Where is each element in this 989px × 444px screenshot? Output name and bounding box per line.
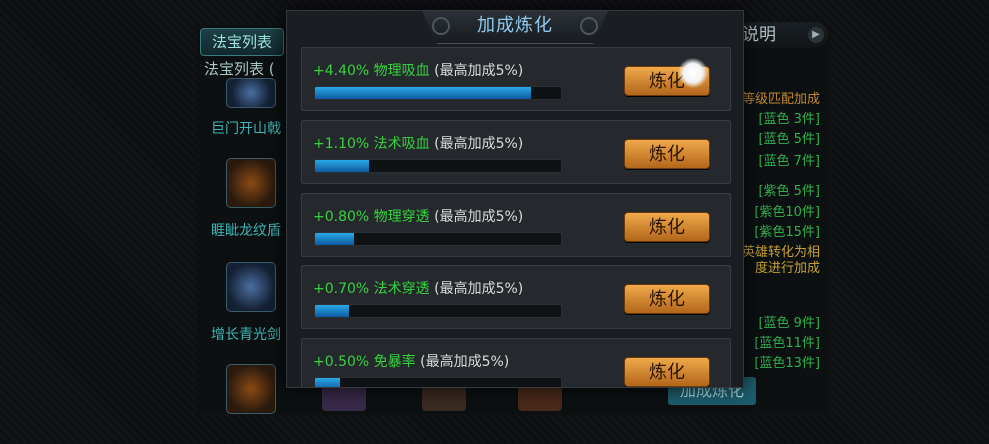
description-panel: 等级匹配加成 [蓝色 3件] [蓝色 5件] [蓝色 7件] [紫色 5件] [… [736, 82, 826, 371]
description-line: [蓝色 3件] [758, 112, 820, 127]
refine-row-label: +1.10% 法术吸血 (最高加成5%) [313, 133, 523, 153]
bonus-value: +0.70% [313, 281, 370, 297]
bonus-value: +4.40% [313, 63, 370, 79]
max-bonus-note: (最高加成5%) [434, 281, 524, 297]
progress-fill [315, 87, 532, 99]
description-line: [蓝色 5件] [758, 132, 820, 147]
max-bonus-note: (最高加成5%) [434, 136, 524, 152]
bonus-value: +0.80% [313, 209, 370, 225]
bonus-refine-dialog: 加成炼化 +4.40% 物理吸血 (最高加成5%) 炼化 +1.10% 法术吸血… [286, 10, 744, 388]
stat-name: 物理穿透 [373, 209, 430, 225]
description-line: [蓝色11件] [754, 336, 820, 351]
description-line: [紫色15件] [754, 225, 820, 240]
stat-name: 法术吸血 [373, 136, 430, 152]
dialog-title: 加成炼化 [477, 15, 553, 36]
refine-button[interactable]: 炼化 [624, 357, 710, 387]
max-bonus-note: (最高加成5%) [434, 63, 524, 79]
treasure-name: 增长青光剑 [211, 327, 281, 343]
refine-row: +0.50% 免暴率 (最高加成5%) 炼化 [301, 338, 731, 387]
progress-bar [314, 377, 562, 387]
description-title: 说明 [742, 25, 776, 45]
description-line: [紫色 5件] [758, 184, 820, 199]
treasure-icon[interactable] [226, 158, 276, 208]
refine-button[interactable]: 炼化 [624, 284, 710, 314]
max-bonus-note: (最高加成5%) [434, 209, 524, 225]
description-line: [紫色10件] [754, 205, 820, 220]
progress-fill [315, 233, 355, 245]
refine-row-label: +0.70% 法术穿透 (最高加成5%) [313, 278, 523, 298]
refine-row: +1.10% 法术吸血 (最高加成5%) 炼化 [301, 120, 731, 184]
stat-name: 免暴率 [373, 354, 416, 370]
refine-row: +4.40% 物理吸血 (最高加成5%) 炼化 [301, 47, 731, 111]
bonus-value: +1.10% [313, 136, 370, 152]
max-bonus-note: (最高加成5%) [420, 354, 510, 370]
description-line: 度进行加成 [754, 261, 820, 276]
treasure-icon[interactable] [422, 385, 466, 411]
description-heading: 等级匹配加成 [741, 92, 820, 107]
progress-bar [314, 232, 562, 246]
refine-row: +0.70% 法术穿透 (最高加成5%) 炼化 [301, 265, 731, 329]
progress-fill [315, 160, 370, 172]
treasure-list-subtitle: 法宝列表 ( [204, 60, 275, 78]
progress-fill [315, 305, 350, 317]
touch-cursor [678, 58, 708, 88]
refine-list[interactable]: +4.40% 物理吸血 (最高加成5%) 炼化 +1.10% 法术吸血 (最高加… [301, 47, 731, 387]
description-line: [蓝色 9件] [758, 316, 820, 331]
stat-name: 法术穿透 [373, 281, 430, 297]
bonus-value: +0.50% [313, 354, 370, 370]
treasure-icon[interactable] [226, 262, 276, 312]
treasure-icon[interactable] [226, 78, 276, 108]
tab-treasure-list[interactable]: 法宝列表 [200, 28, 284, 56]
description-line: [蓝色 7件] [758, 154, 820, 169]
treasure-icon[interactable] [322, 385, 366, 411]
refine-row-label: +0.50% 免暴率 (最高加成5%) [313, 351, 509, 371]
treasure-icon[interactable] [518, 385, 562, 411]
progress-bar [314, 304, 562, 318]
refine-button[interactable]: 炼化 [624, 212, 710, 242]
refine-row-label: +4.40% 物理吸血 (最高加成5%) [313, 60, 523, 80]
stat-name: 物理吸血 [373, 63, 430, 79]
progress-bar [314, 159, 562, 173]
description-line: [蓝色13件] [754, 356, 820, 371]
refine-button[interactable]: 炼化 [624, 139, 710, 169]
progress-bar [314, 86, 562, 100]
treasure-icon[interactable] [226, 364, 276, 414]
refine-row: +0.80% 物理穿透 (最高加成5%) 炼化 [301, 193, 731, 257]
treasure-name: 睚眦龙纹盾 [211, 223, 281, 239]
play-arrow-icon[interactable]: ▶ [808, 27, 824, 43]
treasure-name: 巨门开山戟 [211, 121, 281, 137]
description-header[interactable]: 说明 ▶ [734, 22, 828, 48]
refine-row-label: +0.80% 物理穿透 (最高加成5%) [313, 206, 523, 226]
progress-fill [315, 378, 340, 387]
